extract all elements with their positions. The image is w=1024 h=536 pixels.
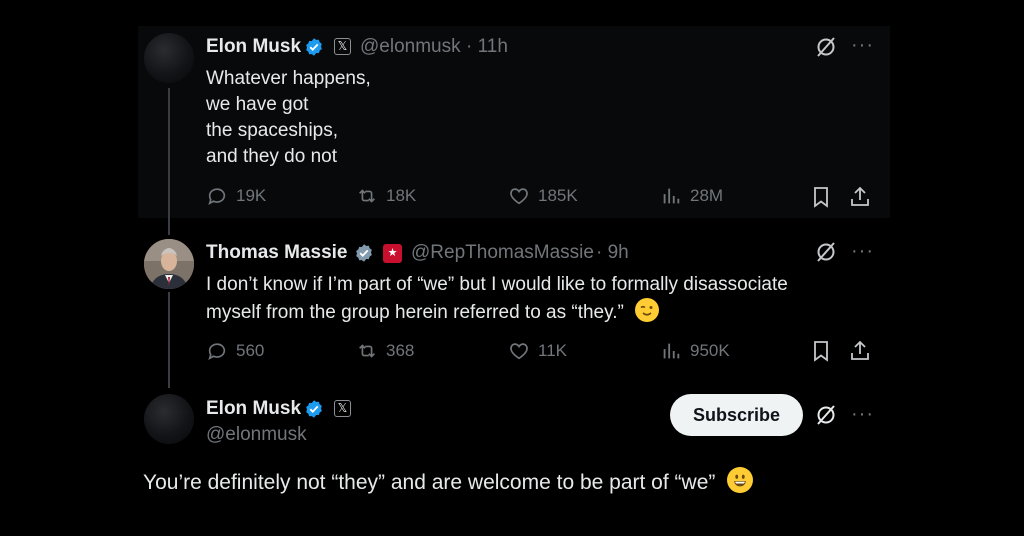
winking-face-icon [635, 298, 660, 322]
author-handle[interactable]: @elonmusk [206, 424, 307, 446]
like-button[interactable]: 11K [508, 340, 567, 362]
more-icon[interactable]: ··· [851, 35, 874, 55]
avatar-photo [144, 239, 194, 289]
government-affiliate-icon: ★ [383, 244, 402, 263]
views-count: 28M [690, 186, 724, 205]
tweet-line: You’re definitely not “they” and are wel… [143, 471, 716, 494]
reply-icon [208, 343, 226, 361]
reply-count: 19K [236, 186, 267, 205]
grok-icon[interactable] [814, 240, 838, 264]
author-name[interactable]: Elon Musk [206, 36, 301, 58]
tweet-line-with-emoji: myself from the group herein referred to… [206, 298, 788, 326]
tweet-line: and they do not [206, 146, 337, 167]
views-button[interactable]: 28M [660, 185, 723, 207]
author-handle[interactable]: @elonmusk [360, 36, 461, 58]
tweet-line: I don’t know if I’m part of “we” but I w… [206, 274, 788, 295]
tweet-text: You’re definitely not “they” and are wel… [143, 467, 754, 495]
more-icon[interactable]: ··· [851, 241, 874, 261]
views-icon [663, 343, 680, 359]
tweet-line: we have got [206, 94, 309, 115]
tweet-line: the spaceships, [206, 120, 339, 141]
like-icon [510, 188, 528, 205]
author-name[interactable]: Thomas Massie [206, 242, 348, 264]
thread-line [168, 88, 170, 235]
grinning-face-icon [727, 467, 754, 493]
share-icon[interactable] [848, 339, 872, 363]
views-icon [663, 188, 680, 204]
like-count: 185K [538, 186, 578, 205]
avatar[interactable] [144, 394, 194, 444]
x-affiliate-icon: 𝕏 [334, 38, 351, 55]
more-icon[interactable]: ··· [851, 404, 874, 424]
bookmark-icon[interactable] [809, 339, 833, 363]
x-affiliate-icon: 𝕏 [334, 400, 351, 417]
repost-count: 18K [386, 186, 417, 205]
repost-icon [359, 189, 375, 203]
like-button[interactable]: 185K [508, 185, 578, 207]
reply-button[interactable]: 19K [206, 185, 266, 207]
thread-line [168, 292, 170, 388]
verified-badge-icon [356, 244, 372, 262]
verified-badge-icon [306, 38, 322, 56]
avatar[interactable] [144, 239, 194, 289]
author-name[interactable]: Elon Musk [206, 398, 301, 420]
tweet-time[interactable]: · 11h [466, 36, 508, 58]
repost-count: 368 [386, 341, 415, 360]
repost-button[interactable]: 368 [356, 340, 414, 362]
verified-badge-icon [306, 400, 322, 418]
author-handle[interactable]: @RepThomasMassie [411, 242, 594, 264]
like-count: 11K [538, 341, 567, 360]
grok-icon[interactable] [814, 35, 838, 59]
tweet-line: myself from the group herein referred to… [206, 302, 624, 323]
like-icon [510, 343, 528, 360]
repost-icon [359, 344, 375, 358]
subscribe-button[interactable]: Subscribe [670, 394, 803, 436]
tweet-time[interactable]: · 9h [596, 242, 629, 264]
share-icon[interactable] [848, 185, 872, 209]
reply-icon [208, 188, 226, 206]
tweet-text: Whatever happens, we have got the spaces… [206, 66, 371, 170]
reply-button[interactable]: 560 [206, 340, 264, 362]
tweet-text: I don’t know if I’m part of “we” but I w… [206, 272, 788, 326]
views-count: 950K [690, 341, 730, 360]
repost-button[interactable]: 18K [356, 185, 416, 207]
bookmark-icon[interactable] [809, 185, 833, 209]
avatar[interactable] [144, 33, 194, 83]
views-button[interactable]: 950K [660, 340, 730, 362]
grok-icon[interactable] [814, 403, 838, 427]
reply-count: 560 [236, 341, 265, 360]
tweet-line: Whatever happens, [206, 68, 371, 89]
